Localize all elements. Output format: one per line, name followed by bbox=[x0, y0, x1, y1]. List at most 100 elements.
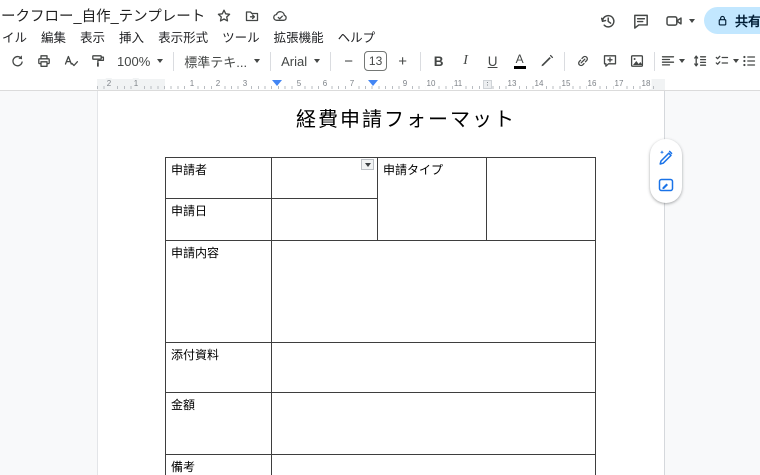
italic-button[interactable]: I bbox=[452, 48, 479, 74]
share-label: 共有 bbox=[735, 14, 760, 29]
comments-button[interactable] bbox=[627, 7, 654, 34]
highlight-color-button[interactable] bbox=[533, 48, 560, 74]
move-folder-button[interactable] bbox=[242, 6, 261, 25]
ruler-number: 16 bbox=[586, 78, 598, 89]
checklist-icon bbox=[715, 55, 729, 65]
insert-image-icon bbox=[630, 55, 643, 67]
document-title-input[interactable]: ークフロー_自作_テンプレート bbox=[1, 5, 205, 26]
document-heading[interactable]: 経費申請フォーマット bbox=[166, 103, 646, 132]
bold-button[interactable]: B bbox=[425, 48, 452, 74]
text-color-button[interactable]: A bbox=[506, 48, 533, 74]
text-color-icon: A bbox=[513, 53, 526, 69]
move-folder-icon bbox=[245, 10, 258, 21]
ruler-number: 1 bbox=[132, 78, 140, 89]
table-cell-content-value[interactable] bbox=[272, 241, 595, 343]
table-cell-amount-value[interactable] bbox=[272, 393, 595, 455]
google-docs-app: ークフロー_自作_テンプレート 共有 イル 編集 表示 挿入 表示形式 ツール … bbox=[0, 0, 760, 475]
toolbar-divider bbox=[330, 51, 332, 71]
underline-button[interactable]: U bbox=[479, 48, 506, 74]
decrease-font-size-button[interactable]: − bbox=[335, 48, 362, 74]
chevron-down-icon bbox=[157, 59, 164, 63]
table-cell-amount-label[interactable]: 金額 bbox=[166, 393, 272, 455]
ruler-number: 2 bbox=[105, 78, 113, 89]
ruler-number: 5 bbox=[295, 78, 303, 89]
chrome-divider bbox=[0, 90, 760, 91]
ruler-number: 9 bbox=[401, 78, 409, 89]
meet-dropdown-icon[interactable] bbox=[689, 18, 695, 23]
chevron-down-icon bbox=[254, 59, 261, 63]
table-cell-date-value[interactable] bbox=[272, 199, 378, 241]
comment-suggestion-button[interactable] bbox=[655, 174, 677, 196]
ruler-number: 13 bbox=[506, 78, 518, 89]
document-page[interactable]: 経費申請フォーマット 申請者 申請タイプ 申請日 申請内容 添付資料 金額 備考 bbox=[97, 91, 665, 475]
toolbar-divider bbox=[654, 51, 656, 71]
document-canvas: 経費申請フォーマット 申請者 申請タイプ 申請日 申請内容 添付資料 金額 備考 bbox=[0, 91, 760, 475]
help-me-write-button[interactable] bbox=[655, 146, 677, 168]
table-cell-type-value[interactable] bbox=[487, 158, 595, 241]
spellcheck-icon bbox=[64, 55, 78, 67]
spellcheck-button[interactable] bbox=[57, 48, 84, 74]
font-family-select[interactable]: Arial bbox=[275, 48, 326, 74]
chevron-down-icon bbox=[364, 162, 371, 167]
redo-icon bbox=[11, 55, 23, 67]
table-cell-applicant-value[interactable] bbox=[272, 158, 378, 199]
document-status-button[interactable] bbox=[270, 6, 289, 25]
table-cell-content-label[interactable]: 申請内容 bbox=[166, 241, 272, 343]
ruler-number: 6 bbox=[321, 78, 329, 89]
bullet-list-icon bbox=[743, 55, 756, 67]
table-cell-date-label[interactable]: 申請日 bbox=[166, 199, 272, 241]
meet-button[interactable] bbox=[660, 7, 695, 34]
chevron-down-icon bbox=[679, 59, 686, 63]
align-button[interactable] bbox=[659, 48, 686, 74]
table-cell-applicant-label[interactable]: 申請者 bbox=[166, 158, 272, 199]
toolbar-divider bbox=[173, 51, 175, 71]
table-cell-remarks-value[interactable] bbox=[272, 455, 595, 475]
ruler-number: 2 bbox=[214, 78, 222, 89]
print-button[interactable] bbox=[30, 48, 57, 74]
toolbar-divider bbox=[270, 51, 272, 71]
print-icon bbox=[37, 55, 50, 67]
paragraph-style-select[interactable]: 標準テキ... bbox=[178, 48, 266, 74]
table-column-grip[interactable] bbox=[483, 80, 492, 89]
star-icon bbox=[217, 9, 230, 22]
line-spacing-button[interactable] bbox=[686, 48, 713, 74]
toolbar-divider bbox=[420, 51, 422, 71]
insert-link-button[interactable] bbox=[569, 48, 596, 74]
paint-format-button[interactable] bbox=[84, 48, 111, 74]
toolbar-divider bbox=[564, 51, 566, 71]
table-cell-attachments-label[interactable]: 添付資料 bbox=[166, 343, 272, 393]
ruler-number: 18 bbox=[640, 78, 652, 89]
add-comment-button[interactable] bbox=[596, 48, 623, 74]
ruler-number: 17 bbox=[613, 78, 625, 89]
line-spacing-icon bbox=[693, 55, 706, 67]
table-cell-remarks-label[interactable]: 備考 bbox=[166, 455, 272, 475]
lock-icon bbox=[718, 15, 727, 26]
insert-image-button[interactable] bbox=[623, 48, 650, 74]
help-me-write-icon bbox=[659, 149, 673, 165]
paint-format-icon bbox=[91, 55, 104, 67]
ruler-number: 7 bbox=[348, 78, 356, 89]
font-size-input[interactable] bbox=[364, 51, 388, 71]
bullet-list-button[interactable] bbox=[740, 48, 760, 74]
table-cell-attachments-value[interactable] bbox=[272, 343, 595, 393]
ruler bbox=[97, 86, 658, 89]
table-cell-type-label[interactable]: 申請タイプ bbox=[378, 158, 487, 241]
highlight-pen-icon bbox=[541, 54, 553, 67]
version-history-button[interactable] bbox=[594, 7, 621, 34]
ruler-number: 11 bbox=[452, 78, 464, 89]
star-button[interactable] bbox=[214, 6, 233, 25]
version-history-icon bbox=[600, 14, 615, 28]
share-button[interactable]: 共有 bbox=[704, 7, 760, 34]
titlebar: ークフロー_自作_テンプレート bbox=[1, 5, 289, 26]
comment-pencil-icon bbox=[658, 179, 674, 192]
chevron-down-icon bbox=[314, 59, 321, 63]
link-icon bbox=[577, 55, 588, 67]
increase-font-size-button[interactable]: + bbox=[389, 48, 416, 74]
redo-button[interactable] bbox=[3, 48, 30, 74]
checklist-button[interactable] bbox=[713, 48, 740, 74]
left-indent-marker[interactable] bbox=[272, 80, 282, 86]
zoom-select[interactable]: 100% bbox=[111, 48, 169, 74]
right-indent-marker[interactable] bbox=[368, 80, 378, 86]
cell-dropdown-chip[interactable] bbox=[361, 159, 374, 170]
ruler-number: 10 bbox=[425, 78, 437, 89]
